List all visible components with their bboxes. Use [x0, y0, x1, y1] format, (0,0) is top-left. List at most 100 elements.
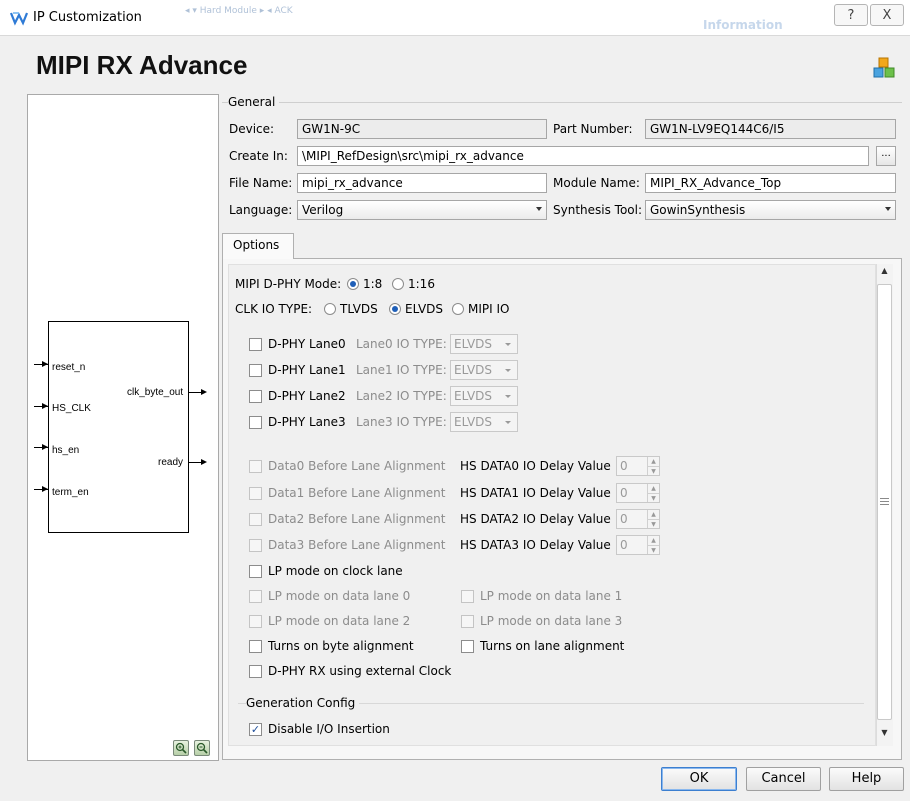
hs-data3-delay-label: HS DATA3 IO Delay Value	[460, 538, 611, 552]
lane1-io-type-label: Lane1 IO TYPE:	[356, 363, 447, 377]
close-button[interactable]: X	[870, 4, 904, 26]
spin-up-icon[interactable]: ▲	[647, 484, 659, 493]
create-in-label: Create In:	[229, 149, 288, 163]
hs-data0-delay-spinner[interactable]: 0 ▲ ▼	[616, 456, 660, 476]
spin-down-icon[interactable]: ▼	[647, 466, 659, 475]
lane3-io-type-value: ELVDS	[454, 415, 493, 429]
dphy-lane2-label: D-PHY Lane2	[268, 389, 346, 403]
hs-data2-delay-spinner[interactable]: 0 ▲ ▼	[616, 509, 660, 529]
lp-data-lane2-label: LP mode on data lane 2	[268, 614, 411, 628]
spin-up-icon[interactable]: ▲	[647, 510, 659, 519]
lp-data-lane0-label: LP mode on data lane 0	[268, 589, 411, 603]
lane1-io-type-select[interactable]: ELVDS	[450, 360, 518, 380]
synthesis-tool-select[interactable]: GowinSynthesis	[645, 200, 896, 220]
dphy-mode-option-label: 1:16	[408, 277, 435, 291]
zoom-in-button[interactable]	[173, 740, 189, 756]
dphy-mode-1-8-radio[interactable]	[347, 278, 359, 290]
lane-alignment-checkbox[interactable]	[461, 640, 474, 653]
lane1-io-type-value: ELVDS	[454, 363, 493, 377]
background-window-text: Information	[703, 18, 783, 32]
cancel-button[interactable]: Cancel	[746, 767, 821, 791]
data0-alignment-checkbox[interactable]	[249, 460, 262, 473]
pin-arrow-icon	[201, 459, 207, 465]
spin-down-icon[interactable]: ▼	[647, 545, 659, 554]
lane0-io-type-select[interactable]: ELVDS	[450, 334, 518, 354]
background-window-text: ◂ ▾ Hard Module ▸ ◂ ACK	[185, 6, 293, 16]
pin-arrow-icon	[42, 403, 48, 409]
zoom-out-button[interactable]	[194, 740, 210, 756]
lane3-io-type-label: Lane3 IO TYPE:	[356, 415, 447, 429]
module-symbol-box	[48, 321, 189, 533]
clk-io-type-label: CLK IO TYPE:	[235, 302, 313, 316]
scroll-down-arrow-icon[interactable]: ▼	[876, 728, 893, 744]
help-button[interactable]: Help	[829, 767, 904, 791]
ok-button[interactable]: OK	[661, 767, 737, 791]
context-help-button[interactable]: ?	[834, 4, 868, 26]
file-name-field[interactable]: mipi_rx_advance	[297, 173, 547, 193]
hs-data3-delay-spinner[interactable]: 0 ▲ ▼	[616, 535, 660, 555]
lp-data-lane0-checkbox[interactable]	[249, 590, 262, 603]
clk-io-mipi-io-radio[interactable]	[452, 303, 464, 315]
language-select-value: Verilog	[302, 203, 344, 217]
data3-alignment-checkbox[interactable]	[249, 539, 262, 552]
pin-label-hs-en: hs_en	[52, 445, 80, 456]
dphy-lane1-label: D-PHY Lane1	[268, 363, 346, 377]
data2-alignment-checkbox[interactable]	[249, 513, 262, 526]
dropdown-arrow-icon	[505, 395, 511, 398]
part-number-label: Part Number:	[553, 122, 633, 136]
language-select[interactable]: Verilog	[297, 200, 547, 220]
lp-data-lane3-checkbox[interactable]	[461, 615, 474, 628]
external-clock-checkbox[interactable]	[249, 665, 262, 678]
clk-io-elvds-radio[interactable]	[389, 303, 401, 315]
tab-options[interactable]: Options	[222, 233, 294, 259]
pin-arrow-icon	[42, 486, 48, 492]
module-name-field[interactable]: MIPI_RX_Advance_Top	[645, 173, 896, 193]
module-name-label: Module Name:	[553, 176, 640, 190]
question-icon: ?	[847, 7, 855, 23]
byte-alignment-checkbox[interactable]	[249, 640, 262, 653]
lp-data-lane1-label: LP mode on data lane 1	[480, 589, 623, 603]
part-number-field: GW1N-LV9EQ144C6/I5	[645, 119, 896, 139]
lane3-io-type-select[interactable]: ELVDS	[450, 412, 518, 432]
data1-alignment-checkbox[interactable]	[249, 487, 262, 500]
zoom-out-icon	[196, 742, 208, 754]
dropdown-arrow-icon	[505, 369, 511, 372]
dropdown-arrow-icon	[885, 207, 891, 211]
lp-data-lane1-checkbox[interactable]	[461, 590, 474, 603]
language-label: Language:	[229, 203, 293, 217]
scroll-up-arrow-icon[interactable]: ▲	[876, 266, 893, 282]
dphy-lane2-checkbox[interactable]	[249, 390, 262, 403]
dphy-lane0-label: D-PHY Lane0	[268, 337, 346, 351]
hs-data1-delay-label: HS DATA1 IO Delay Value	[460, 486, 611, 500]
package-icon	[873, 57, 895, 78]
lp-clock-lane-label: LP mode on clock lane	[268, 564, 403, 578]
spin-down-icon[interactable]: ▼	[647, 519, 659, 528]
external-clock-label: D-PHY RX using external Clock	[268, 664, 452, 678]
dphy-lane0-checkbox[interactable]	[249, 338, 262, 351]
spin-up-icon[interactable]: ▲	[647, 457, 659, 466]
lp-clock-lane-checkbox[interactable]	[249, 565, 262, 578]
disable-io-insertion-checkbox[interactable]: ✓	[249, 723, 262, 736]
create-in-field[interactable]: \MIPI_RefDesign\src\mipi_rx_advance	[297, 146, 869, 166]
spin-up-icon[interactable]: ▲	[647, 536, 659, 545]
dphy-lane1-checkbox[interactable]	[249, 364, 262, 377]
dphy-mode-label: MIPI D-PHY Mode:	[235, 277, 342, 291]
generation-config-title: Generation Config	[246, 696, 360, 710]
pin-label-clk-byte-out: clk_byte_out	[127, 387, 184, 398]
spin-down-icon[interactable]: ▼	[647, 493, 659, 502]
clk-io-option-label: MIPI IO	[468, 302, 510, 316]
browse-button[interactable]: ...	[876, 146, 896, 166]
hs-data1-delay-spinner[interactable]: 0 ▲ ▼	[616, 483, 660, 503]
dphy-mode-1-16-radio[interactable]	[392, 278, 404, 290]
file-name-label: File Name:	[229, 176, 293, 190]
app-logo-icon	[10, 12, 28, 26]
dphy-lane3-checkbox[interactable]	[249, 416, 262, 429]
clk-io-tlvds-radio[interactable]	[324, 303, 336, 315]
data3-alignment-label: Data3 Before Lane Alignment	[268, 538, 446, 552]
lp-data-lane2-checkbox[interactable]	[249, 615, 262, 628]
pin-label-reset-n: reset_n	[52, 362, 86, 373]
data0-alignment-label: Data0 Before Lane Alignment	[268, 459, 446, 473]
window-title: IP Customization	[33, 10, 142, 25]
lane2-io-type-select[interactable]: ELVDS	[450, 386, 518, 406]
dphy-lane3-label: D-PHY Lane3	[268, 415, 346, 429]
